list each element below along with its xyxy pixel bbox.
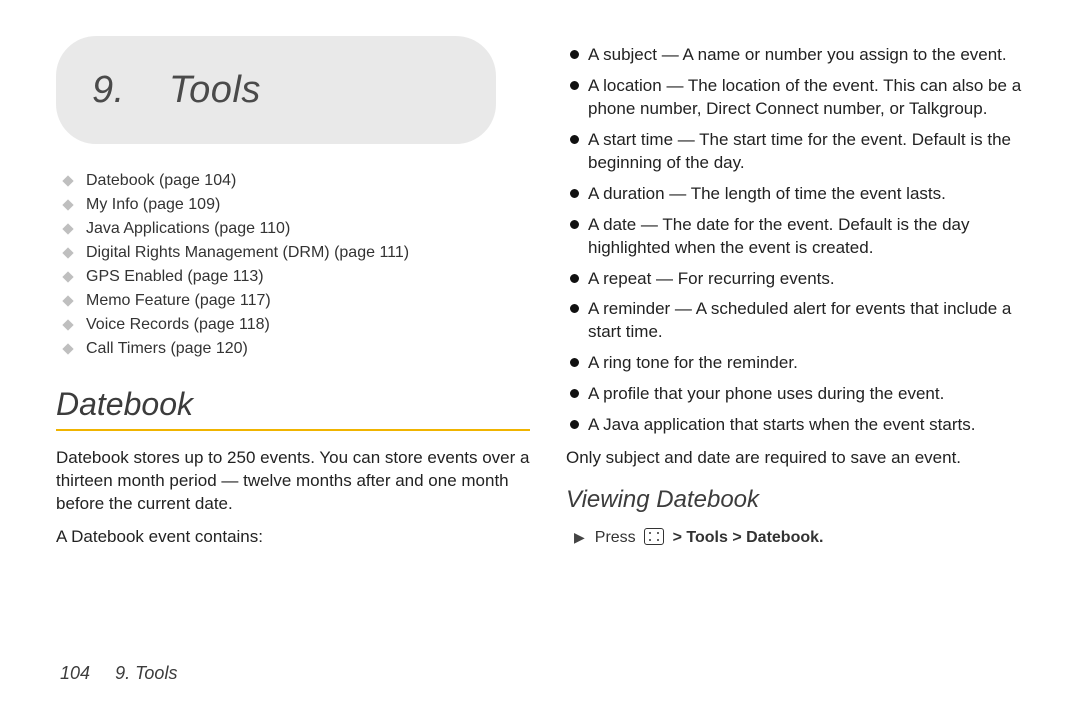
list-item: A profile that your phone uses during th…	[566, 383, 1040, 406]
section-rule	[56, 429, 530, 431]
instruction-text: Press > Tools > Datebook.	[595, 528, 824, 547]
diamond-icon	[62, 295, 73, 306]
toc-item: Memo Feature (page 117)	[64, 292, 530, 310]
toc-list: Datebook (page 104) My Info (page 109) J…	[64, 172, 530, 358]
subsection-title: Viewing Datebook	[566, 486, 1040, 514]
breadcrumb-part: Tools	[686, 529, 727, 546]
running-head: 9. Tools	[115, 663, 177, 683]
diamond-icon	[62, 271, 73, 282]
toc-item: Call Timers (page 120)	[64, 340, 530, 358]
left-column: 9. Tools Datebook (page 104) My Info (pa…	[56, 36, 530, 559]
list-item: A Java application that starts when the …	[566, 414, 1040, 437]
toc-label: Java Applications (page 110)	[86, 220, 290, 238]
list-item: A subject — A name or number you assign …	[566, 44, 1040, 67]
triangle-icon: ▶	[574, 529, 585, 546]
event-field-list: A subject — A name or number you assign …	[566, 44, 1040, 437]
list-item: A start time — The start time for the ev…	[566, 129, 1040, 175]
toc-label: Datebook (page 104)	[86, 172, 236, 190]
toc-label: Call Timers (page 120)	[86, 340, 248, 358]
diamond-icon	[62, 319, 73, 330]
instruction-lead: Press	[595, 529, 636, 546]
toc-item: Java Applications (page 110)	[64, 220, 530, 238]
toc-label: My Info (page 109)	[86, 196, 220, 214]
toc-item: Digital Rights Management (DRM) (page 11…	[64, 244, 530, 262]
chapter-title-plaque: 9. Tools	[56, 36, 496, 144]
toc-label: Memo Feature (page 117)	[86, 292, 271, 310]
toc-label: Digital Rights Management (DRM) (page 11…	[86, 244, 409, 262]
chapter-title: 9. Tools	[92, 69, 261, 112]
diamond-icon	[62, 175, 73, 186]
list-item: A repeat — For recurring events.	[566, 268, 1040, 291]
toc-item: GPS Enabled (page 113)	[64, 268, 530, 286]
toc-item: My Info (page 109)	[64, 196, 530, 214]
list-item: A duration — The length of time the even…	[566, 183, 1040, 206]
instruction-row: ▶ Press > Tools > Datebook.	[574, 528, 1040, 547]
chapter-number: 9.	[92, 69, 125, 111]
menu-key-icon	[644, 528, 664, 545]
toc-item: Voice Records (page 118)	[64, 316, 530, 334]
list-item: A ring tone for the reminder.	[566, 352, 1040, 375]
breadcrumb-sep: >	[673, 529, 682, 546]
breadcrumb-dot: .	[819, 529, 823, 546]
list-item: A date — The date for the event. Default…	[566, 214, 1040, 260]
diamond-icon	[62, 223, 73, 234]
right-column: A subject — A name or number you assign …	[566, 36, 1040, 559]
breadcrumb-sep: >	[732, 529, 741, 546]
toc-label: Voice Records (page 118)	[86, 316, 270, 334]
toc-item: Datebook (page 104)	[64, 172, 530, 190]
note-paragraph: Only subject and date are required to sa…	[566, 447, 1040, 470]
section-paragraph: A Datebook event contains:	[56, 526, 530, 549]
diamond-icon	[62, 247, 73, 258]
section-paragraph: Datebook stores up to 250 events. You ca…	[56, 447, 530, 516]
list-item: A reminder — A scheduled alert for event…	[566, 298, 1040, 344]
chapter-name: Tools	[169, 69, 261, 111]
breadcrumb-part: Datebook	[746, 529, 819, 546]
two-column-layout: 9. Tools Datebook (page 104) My Info (pa…	[56, 36, 1040, 559]
diamond-icon	[62, 199, 73, 210]
page-number: 104	[60, 663, 90, 683]
manual-page: 9. Tools Datebook (page 104) My Info (pa…	[0, 0, 1080, 720]
list-item: A location — The location of the event. …	[566, 75, 1040, 121]
toc-label: GPS Enabled (page 113)	[86, 268, 264, 286]
diamond-icon	[62, 343, 73, 354]
section-title: Datebook	[56, 386, 530, 423]
page-footer: 104 9. Tools	[60, 663, 177, 684]
